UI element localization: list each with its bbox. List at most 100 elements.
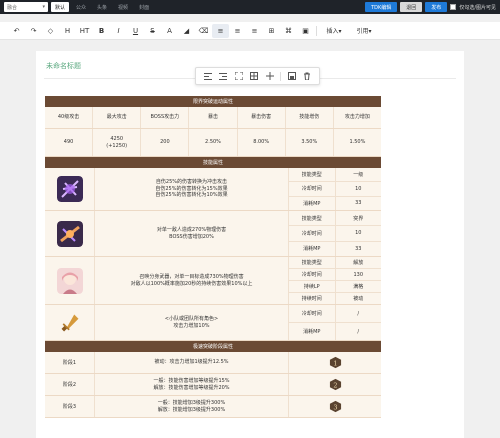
align-left-icon[interactable] <box>203 71 213 81</box>
heading-icon[interactable]: H <box>59 24 76 38</box>
stat-value: 490 <box>45 129 94 156</box>
skill-attr: 消耗MP 33 <box>289 196 381 210</box>
skill-attr: 消耗MP / <box>289 323 381 340</box>
chevron-down-icon: ▾ <box>42 4 45 10</box>
stat-value: 200 <box>141 129 190 156</box>
highlight-icon[interactable]: ◢ <box>178 24 195 38</box>
skill-2-icon <box>56 220 83 247</box>
table-grid-icon[interactable] <box>249 71 259 81</box>
skill-attributes: 技能类型 一级 冷却时间 10 消耗MP 33 <box>289 168 381 210</box>
redo-icon[interactable]: ↷ <box>25 24 42 38</box>
underline-icon[interactable]: U <box>127 24 144 38</box>
skill-attr: 消耗MP 33 <box>289 241 381 256</box>
attr-value: 被动 <box>353 296 364 302</box>
attr-value: 解放 <box>353 260 364 266</box>
stat-value: 2.50% <box>189 129 238 156</box>
checkbox-label: 仅勾选/图片可见 <box>459 4 496 11</box>
editor-toolbar: ↶ ↷ ◇ H HT B I U S A ◢ ⌫ ≡ ≡ ≡ ⊞ ⌘ ▣ 插入▾… <box>0 22 500 40</box>
table-icon[interactable]: ⊞ <box>263 24 280 38</box>
attr-key: 消耗MP <box>289 323 336 340</box>
back-button[interactable]: 退回 <box>400 2 423 12</box>
table-border-icon[interactable] <box>265 71 275 81</box>
skill-description: <小队或团队所有角色> 攻击力增加10% <box>95 305 289 340</box>
stat-header: 暴击伤害 <box>238 107 286 128</box>
stage-badge-cell: 1 <box>289 352 381 373</box>
skill-row: 对单一敌人造成270%物理伤害 BOSS伤害增加20% 技能类型 突界 冷却时间 1… <box>45 211 381 257</box>
bold-icon[interactable]: B <box>93 24 110 38</box>
tab-video[interactable]: 视频 <box>114 2 132 12</box>
skill-icon-cell <box>45 257 95 304</box>
image-icon[interactable]: ▣ <box>297 24 314 38</box>
skill-attributes: 技能类型 解放 冷却时间 130 持续LP 满格 持续时间 被动 <box>289 257 381 304</box>
content-table[interactable]: 限界突破运动属性 40级攻击 最大攻击 BOSS攻击力 暴击 暴击伤害 技能增伤… <box>45 96 381 418</box>
stage-text: 一般：技能增加3级提升300% 解放：技能增加3级提升300% <box>95 396 289 417</box>
channel-select-value: 融合 <box>7 4 18 11</box>
skill-icon-cell <box>45 168 95 210</box>
stage-badge-cell: 2 <box>289 374 381 395</box>
tab-default[interactable]: 默认 <box>51 2 70 12</box>
attr-value: / <box>357 328 360 335</box>
top-bar: 融合 ▾ 默认 公众 头条 视频 封面 TDK编辑 退回 发布 仅勾选/图片可见 <box>0 0 500 14</box>
stats-header-row: 40级攻击 最大攻击 BOSS攻击力 暴击 暴击伤害 技能增伤 攻击力增加 <box>45 107 381 129</box>
tab-cover[interactable]: 封面 <box>135 2 153 12</box>
floating-toolbar-divider <box>280 71 282 81</box>
insert-menu[interactable]: 插入▾ <box>319 24 349 38</box>
attr-key: 冷却时间 <box>289 269 336 280</box>
stat-value: 4250 (+1250) <box>93 129 142 156</box>
page-title[interactable]: 未命名标题 <box>46 61 81 71</box>
tdk-edit-button[interactable]: TDK编辑 <box>365 2 398 12</box>
list-icon[interactable]: ≡ <box>246 24 263 38</box>
delete-icon[interactable] <box>302 71 312 81</box>
align-right-icon[interactable] <box>218 71 228 81</box>
skill-row: 召唤分身武器，对单一目标造成730%物理伤害 对敌人以100%概率施加20秒的持… <box>45 257 381 305</box>
align-center-icon[interactable]: ≡ <box>212 23 229 38</box>
checkbox-box[interactable] <box>450 4 457 10</box>
fullscreen-icon[interactable] <box>234 71 244 81</box>
stat-header: 40级攻击 <box>45 107 94 128</box>
section-stats-header: 限界突破运动属性 <box>45 96 381 107</box>
stage-row: 阶段3 一般：技能增加3级提升300% 解放：技能增加3级提升300% 3 <box>45 396 381 418</box>
sword-icon <box>61 314 78 331</box>
link-icon[interactable]: ⌘ <box>280 24 297 38</box>
stage-level: 阶段2 <box>45 374 95 395</box>
quote-menu[interactable]: 引用▾ <box>349 24 379 38</box>
italic-icon[interactable]: I <box>110 24 127 38</box>
attr-key: 冷却时间 <box>289 305 336 322</box>
stage-3-badge-icon: 3 <box>329 400 341 413</box>
stage-badge-cell: 3 <box>289 396 381 417</box>
skill-description: 对单一敌人造成270%物理伤害 BOSS伤害增加20% <box>95 211 289 256</box>
attr-key: 消耗MP <box>289 241 336 256</box>
stat-header: 技能增伤 <box>286 107 334 128</box>
skill-attr: 技能类型 突界 <box>289 211 381 227</box>
undo-icon[interactable]: ↶ <box>8 24 25 38</box>
attr-value: 130 <box>353 271 364 278</box>
clear-format-icon[interactable]: ⌫ <box>195 24 212 38</box>
eraser-icon[interactable]: ◇ <box>42 24 59 38</box>
attr-value: 一级 <box>353 172 364 179</box>
skill-description: 召唤分身武器，对单一目标造成730%物理伤害 对敌人以100%概率施加20秒的持… <box>95 257 289 304</box>
align-justify-icon[interactable]: ≡ <box>229 24 246 38</box>
stage-badge-number: 3 <box>333 403 337 411</box>
skill-icon-cell <box>45 305 95 340</box>
stage-text: 一般：技能伤害增加等级提升15% 解放：技能伤害增加等级提升20% <box>95 374 289 395</box>
save-icon[interactable] <box>287 71 297 81</box>
attr-value: 满格 <box>353 284 364 290</box>
tab-public[interactable]: 公众 <box>72 2 90 12</box>
attr-value: 33 <box>355 200 362 207</box>
channel-select[interactable]: 融合 ▾ <box>4 2 48 12</box>
strikethrough-icon[interactable]: S <box>144 24 161 38</box>
visibility-checkbox[interactable]: 仅勾选/图片可见 <box>450 4 496 11</box>
tab-toutiao[interactable]: 头条 <box>93 2 111 12</box>
skill-attr: 冷却时间 / <box>289 305 381 323</box>
skill-attr: 冷却时间 10 <box>289 182 381 197</box>
skill-attributes: 技能类型 突界 冷却时间 10 消耗MP 33 <box>289 211 381 256</box>
font-color-icon[interactable]: A <box>161 24 178 38</box>
stat-value: 8.00% <box>238 129 286 156</box>
publish-button[interactable]: 发布 <box>425 2 448 12</box>
skill-attr: 持续时间 被动 <box>289 293 381 304</box>
stat-header: 暴击 <box>189 107 238 128</box>
attr-key: 冷却时间 <box>289 182 336 196</box>
attr-key: 持续LP <box>289 281 336 292</box>
font-size-icon[interactable]: HT <box>76 24 93 38</box>
attr-key: 持续时间 <box>289 293 336 304</box>
